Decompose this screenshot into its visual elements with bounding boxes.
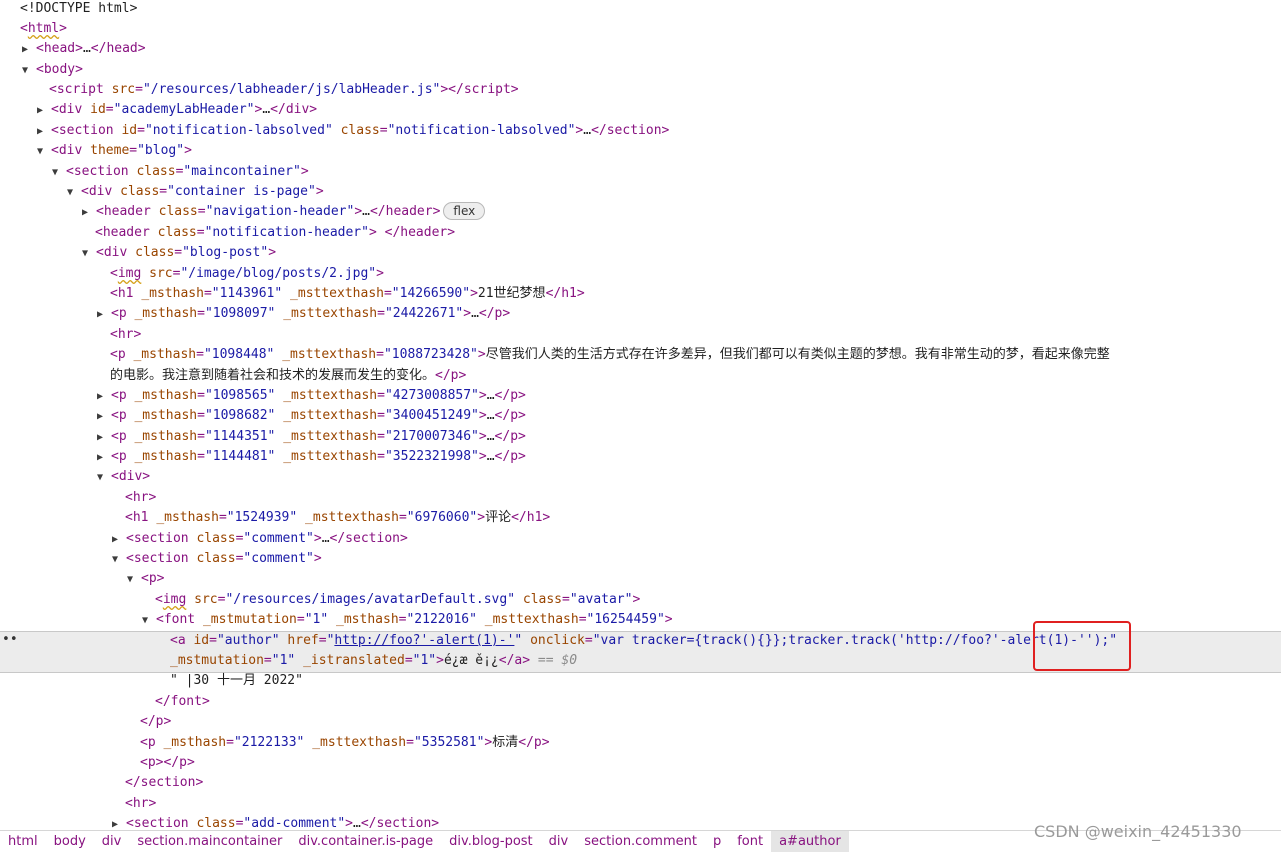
collapse-arrow-icon[interactable] — [37, 142, 51, 162]
dom-node-p6[interactable]: <p _msthash="1144481" _msttexthash="3522… — [0, 447, 1281, 467]
collapse-arrow-icon[interactable] — [112, 550, 126, 570]
dom-node-p-empty[interactable]: <p></p> — [0, 753, 1281, 773]
dom-node-section-comment-2[interactable]: <section class="comment"> — [0, 549, 1281, 569]
collapse-arrow-icon[interactable] — [127, 570, 141, 590]
dom-node-body[interactable]: <body> — [0, 60, 1281, 80]
dom-node-section-maincontainer[interactable]: <section class="maincontainer"> — [0, 162, 1281, 182]
breadcrumb-item[interactable]: div — [94, 831, 130, 852]
dom-node-head[interactable]: <head>…</head> — [0, 39, 1281, 59]
dom-node-img-avatar[interactable]: <img src="/resources/images/avatarDefaul… — [0, 590, 1281, 610]
flex-badge[interactable]: flex — [443, 202, 486, 220]
breadcrumb-item[interactable]: html — [0, 831, 46, 852]
expand-arrow-icon[interactable] — [97, 387, 111, 407]
dom-node-section-close[interactable]: </section> — [0, 773, 1281, 793]
dom-node-p4[interactable]: <p _msthash="1098682" _msttexthash="3400… — [0, 406, 1281, 426]
dom-node-p1[interactable]: <p _msthash="1098097" _msttexthash="2442… — [0, 304, 1281, 324]
dom-node-h1-comments[interactable]: <h1 _msthash="1524939" _msttexthash="697… — [0, 508, 1281, 528]
expand-arrow-icon[interactable] — [22, 40, 36, 60]
dom-node-p5[interactable]: <p _msthash="1144351" _msttexthash="2170… — [0, 427, 1281, 447]
collapse-arrow-icon[interactable] — [52, 163, 66, 183]
breadcrumb-item[interactable]: div.container.is-page — [290, 831, 441, 852]
dom-node-p2-continued[interactable]: 的电影。我注意到随着社会和技术的发展而发生的变化。</p> — [0, 366, 1281, 386]
dom-node-img-post[interactable]: <img src="/image/blog/posts/2.jpg"> — [0, 264, 1281, 284]
breadcrumb-item[interactable]: body — [46, 831, 94, 852]
dom-node-doctype[interactable]: <!DOCTYPE html> — [0, 0, 1281, 19]
dom-node-h1-title[interactable]: <h1 _msthash="1143961" _msttexthash="142… — [0, 284, 1281, 304]
dom-node-hr-comments[interactable]: <hr> — [0, 488, 1281, 508]
dom-node-a-author[interactable]: <a id="author" href="http://foo?'-alert(… — [0, 631, 1281, 651]
breadcrumb-item[interactable]: font — [729, 831, 771, 852]
breadcrumb-item-active[interactable]: a#author — [771, 831, 849, 852]
dom-node-div-container[interactable]: <div class="container is-page"> — [0, 182, 1281, 202]
expand-arrow-icon[interactable] — [97, 428, 111, 448]
collapse-arrow-icon[interactable] — [22, 61, 36, 81]
dom-node-header-notification[interactable]: <header class="notification-header"> </h… — [0, 223, 1281, 243]
dom-node-p2[interactable]: <p _msthash="1098448" _msttexthash="1088… — [0, 345, 1281, 365]
collapse-arrow-icon[interactable] — [82, 244, 96, 264]
dom-node-div-comments[interactable]: <div> — [0, 467, 1281, 487]
dom-node-div-blog-post[interactable]: <div class="blog-post"> — [0, 243, 1281, 263]
expand-arrow-icon[interactable] — [97, 448, 111, 468]
dom-node-a-author-continued[interactable]: _mstmutation="1" _istranslated="1">é¿æ ě… — [0, 651, 1281, 671]
expand-arrow-icon[interactable] — [37, 101, 51, 121]
dom-node-text-date[interactable]: " |30 十一月 2022" — [0, 671, 1281, 691]
dom-node-hr-2[interactable]: <hr> — [0, 794, 1281, 814]
dom-node-section-comment-1[interactable]: <section class="comment">…</section> — [0, 529, 1281, 549]
expand-arrow-icon[interactable] — [112, 815, 126, 830]
dom-node-p3[interactable]: <p _msthash="1098565" _msttexthash="4273… — [0, 386, 1281, 406]
expand-arrow-icon[interactable] — [112, 530, 126, 550]
expand-arrow-icon[interactable] — [82, 203, 96, 223]
expand-arrow-icon[interactable] — [97, 407, 111, 427]
dom-node-p7[interactable]: <p _msthash="2122133" _msttexthash="5352… — [0, 733, 1281, 753]
watermark: CSDN @weixin_42451330 — [1034, 822, 1242, 841]
breadcrumb-item[interactable]: div.blog-post — [441, 831, 541, 852]
href-link[interactable]: http://foo?'-alert(1)-' — [334, 633, 514, 648]
dom-node-p-comment[interactable]: <p> — [0, 569, 1281, 589]
dom-node-section-notification[interactable]: <section id="notification-labsolved" cla… — [0, 121, 1281, 141]
collapse-arrow-icon[interactable] — [97, 468, 111, 488]
dom-node-div-blog[interactable]: <div theme="blog"> — [0, 141, 1281, 161]
elements-tree[interactable]: •• <!DOCTYPE html> <html> <head>…</head>… — [0, 0, 1281, 830]
dom-node-div-academylabheader[interactable]: <div id="academyLabHeader">…</div> — [0, 100, 1281, 120]
collapse-arrow-icon[interactable] — [142, 611, 156, 631]
breadcrumb-item[interactable]: div — [541, 831, 577, 852]
dom-node-script[interactable]: <script src="/resources/labheader/js/lab… — [0, 80, 1281, 100]
expand-arrow-icon[interactable] — [97, 305, 111, 325]
dom-node-hr[interactable]: <hr> — [0, 325, 1281, 345]
dom-node-p-close[interactable]: </p> — [0, 712, 1281, 732]
dom-node-header-navigation[interactable]: <header class="navigation-header">…</hea… — [0, 202, 1281, 222]
console-ref: == $0 — [537, 653, 578, 668]
breadcrumb-item[interactable]: section.maincontainer — [129, 831, 290, 852]
breadcrumb-item[interactable]: p — [705, 831, 729, 852]
dom-node-font-close[interactable]: </font> — [0, 692, 1281, 712]
breadcrumb-item[interactable]: section.comment — [576, 831, 705, 852]
expand-arrow-icon[interactable] — [37, 122, 51, 142]
dom-node-font[interactable]: <font _mstmutation="1" _msthash="2122016… — [0, 610, 1281, 630]
collapse-arrow-icon[interactable] — [67, 183, 81, 203]
dom-node-html[interactable]: <html> — [0, 19, 1281, 39]
